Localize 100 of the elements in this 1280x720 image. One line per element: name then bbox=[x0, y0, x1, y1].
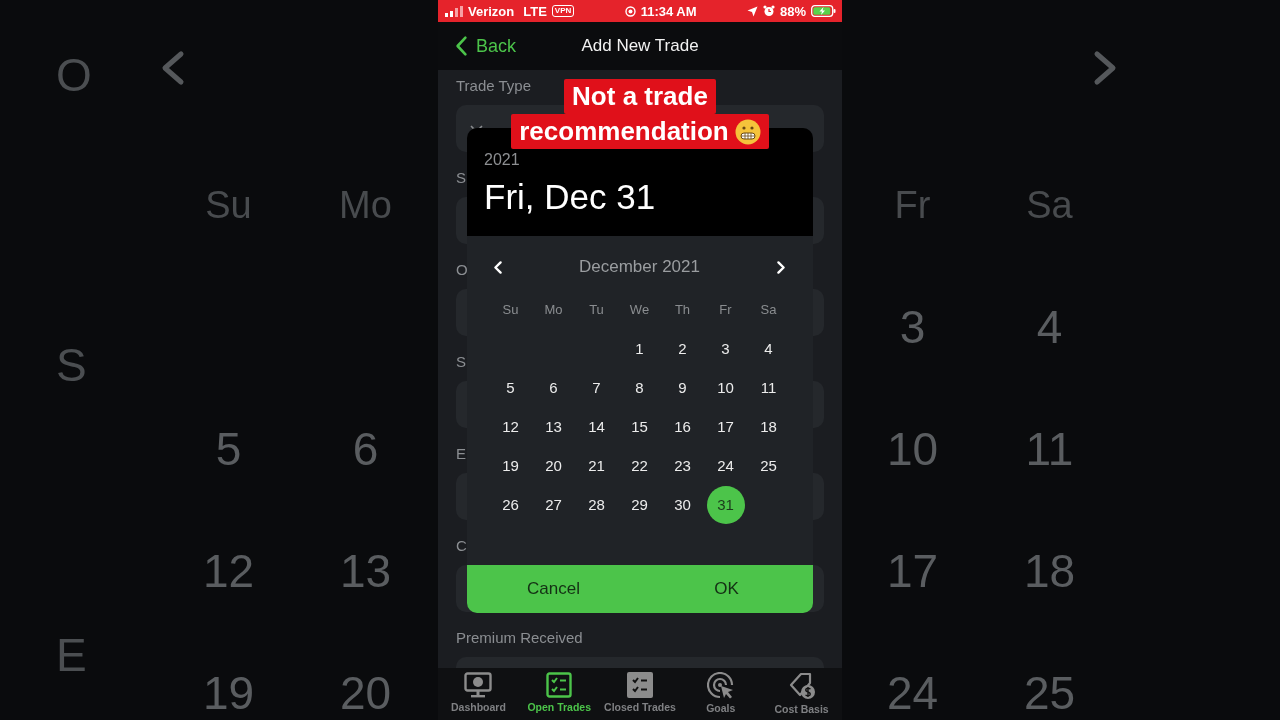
back-button[interactable]: Back bbox=[455, 35, 517, 57]
tab-item[interactable]: Dashboard bbox=[438, 668, 519, 720]
day-button[interactable]: 28 bbox=[575, 485, 618, 524]
day-button[interactable]: 17 bbox=[704, 407, 747, 446]
day-button[interactable]: 27 bbox=[532, 485, 575, 524]
day-button[interactable]: 12 bbox=[489, 407, 532, 446]
day-button[interactable]: 8 bbox=[618, 368, 661, 407]
caption-text: Not a trade bbox=[572, 81, 708, 112]
day-number: 13 bbox=[339, 548, 392, 594]
day-number: 18 bbox=[1023, 548, 1076, 594]
day-button[interactable]: 13 bbox=[532, 407, 575, 446]
field-label: C bbox=[456, 536, 467, 556]
day-button[interactable]: 5 bbox=[489, 368, 532, 407]
day-button[interactable]: 24 bbox=[704, 446, 747, 485]
day-button[interactable]: 16 bbox=[661, 407, 704, 446]
chevron-right-icon bbox=[776, 259, 786, 275]
day-button[interactable]: 20 bbox=[532, 446, 575, 485]
weekday-label: Su bbox=[205, 183, 252, 227]
field-label: Premium Received bbox=[456, 628, 583, 648]
day-button[interactable]: 1 bbox=[618, 329, 661, 368]
day-button[interactable]: 4 bbox=[747, 329, 790, 368]
vpn-badge: VPN bbox=[551, 5, 575, 17]
day-button[interactable]: 15 bbox=[618, 407, 661, 446]
day-number: 24 bbox=[886, 670, 939, 716]
day-button[interactable]: 6 bbox=[532, 368, 575, 407]
chevron-left-icon bbox=[455, 35, 468, 57]
day-number: 25 bbox=[1023, 670, 1076, 716]
weekday-label: Sa bbox=[760, 302, 777, 317]
day-button[interactable]: 9 bbox=[661, 368, 704, 407]
form-label: S bbox=[56, 340, 88, 390]
form-label: O bbox=[56, 50, 93, 100]
field-label: Trade Type bbox=[456, 76, 532, 96]
day-button[interactable]: 3 bbox=[704, 329, 747, 368]
day-button[interactable]: 22 bbox=[618, 446, 661, 485]
weekday-label: Su bbox=[502, 302, 519, 317]
day-button[interactable]: 18 bbox=[747, 407, 790, 446]
checklist-icon bbox=[627, 672, 653, 698]
day-button[interactable]: 30 bbox=[661, 485, 704, 524]
location-arrow-icon bbox=[746, 5, 758, 17]
caption-text: recommendation bbox=[519, 116, 729, 147]
weekday-label: Fr bbox=[894, 183, 931, 227]
chevron-left-icon bbox=[493, 259, 503, 275]
weekday-label: Tu bbox=[589, 302, 604, 317]
day-button[interactable]: 19 bbox=[489, 446, 532, 485]
weekday-label: Fr bbox=[719, 302, 732, 317]
chevron-left-icon bbox=[160, 49, 186, 87]
checklist-icon bbox=[546, 672, 573, 698]
day-button[interactable]: 23 bbox=[661, 446, 704, 485]
form-label: E bbox=[56, 630, 88, 680]
weekday-label: Th bbox=[674, 302, 691, 317]
ok-button[interactable]: OK bbox=[640, 565, 813, 613]
target-cursor-icon bbox=[707, 672, 735, 699]
carrier-name: Verizon bbox=[468, 3, 515, 19]
field-label: S bbox=[456, 352, 466, 372]
day-number: 17 bbox=[886, 548, 939, 594]
weekday-label: We bbox=[629, 302, 650, 317]
alarm-clock-icon bbox=[762, 5, 775, 17]
chevron-right-icon bbox=[1092, 49, 1118, 87]
day-button[interactable]: 2 bbox=[661, 329, 704, 368]
field-label: S bbox=[456, 168, 466, 188]
field-label: E bbox=[456, 444, 466, 464]
record-icon bbox=[624, 5, 636, 17]
cancel-button[interactable]: Cancel bbox=[467, 565, 640, 613]
day-number: 20 bbox=[339, 670, 392, 716]
day-number: 10 bbox=[886, 426, 939, 472]
day-number: 4 bbox=[1036, 304, 1063, 350]
tab-item[interactable]: Open Trades bbox=[518, 668, 600, 720]
day-button[interactable]: 26 bbox=[489, 485, 532, 524]
day-button[interactable]: 14 bbox=[575, 407, 618, 446]
price-tag-icon bbox=[787, 672, 816, 700]
weekday-label: Mo bbox=[339, 183, 392, 227]
battery-percent: 88% bbox=[779, 3, 806, 19]
selected-date: Fri, Dec 31 bbox=[484, 176, 656, 218]
day-number: 6 bbox=[352, 426, 379, 472]
clock-time: 11:34 AM bbox=[640, 3, 697, 19]
day-button[interactable]: 21 bbox=[575, 446, 618, 485]
day-number: 3 bbox=[899, 304, 926, 350]
month-title: December 2021 bbox=[579, 257, 700, 277]
day-button[interactable]: 25 bbox=[747, 446, 790, 485]
day-number: 5 bbox=[215, 426, 242, 472]
screen-title: Add New Trade bbox=[580, 36, 700, 56]
day-number: 12 bbox=[202, 548, 255, 594]
day-number: 11 bbox=[1025, 426, 1074, 472]
tab-item[interactable]: Cost Basis bbox=[761, 668, 842, 720]
day-button[interactable]: 11 bbox=[747, 368, 790, 407]
weekday-label: Mo bbox=[544, 302, 563, 317]
day-button[interactable]: 31 bbox=[706, 485, 745, 524]
monitor-icon bbox=[464, 672, 493, 698]
day-button[interactable]: 10 bbox=[704, 368, 747, 407]
battery-charging-icon bbox=[811, 5, 836, 17]
signal-icon bbox=[445, 5, 463, 17]
day-button[interactable]: 29 bbox=[618, 485, 661, 524]
day-number: 19 bbox=[202, 670, 255, 716]
field-label: O bbox=[456, 260, 468, 280]
day-button[interactable]: 7 bbox=[575, 368, 618, 407]
year-label: 2021 bbox=[484, 150, 520, 170]
tab-item[interactable]: Goals bbox=[680, 668, 762, 720]
network-type: LTE bbox=[523, 3, 547, 19]
tab-item[interactable]: Closed Trades bbox=[599, 668, 681, 720]
weekday-label: Sa bbox=[1026, 183, 1073, 227]
